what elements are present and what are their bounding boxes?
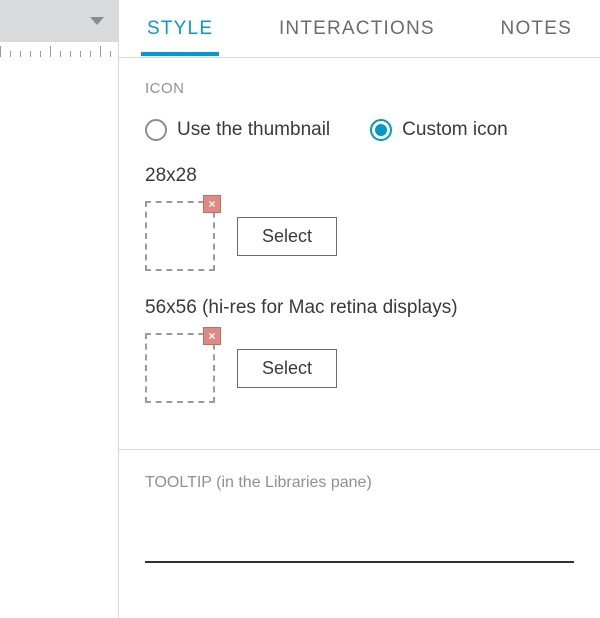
radio-label: Custom icon — [402, 119, 508, 141]
tab-style[interactable]: STYLE — [143, 2, 217, 55]
radio-custom-icon[interactable]: Custom icon — [370, 119, 508, 141]
radio-icon — [370, 119, 392, 141]
tooltip-input[interactable] — [145, 528, 574, 563]
icon-size-label: 28x28 — [145, 165, 574, 187]
radio-icon — [145, 119, 167, 141]
icon-section: ICON Use the thumbnail Custom icon 28x28… — [119, 58, 600, 435]
inspector-panel: STYLE INTERACTIONS NOTES ICON Use the th… — [118, 0, 600, 618]
icon-size-label: 56x56 (hi-res for Mac retina displays) — [145, 297, 574, 319]
tab-interactions[interactable]: INTERACTIONS — [275, 2, 439, 55]
tooltip-section-heading: TOOLTIP (in the Libraries pane) — [145, 474, 574, 492]
chevron-down-icon — [90, 17, 104, 25]
toolbar-dropdown[interactable] — [0, 0, 118, 42]
icon-dropzone-28[interactable]: × — [145, 201, 215, 271]
radio-label: Use the thumbnail — [177, 119, 330, 141]
icon-section-heading: ICON — [145, 80, 574, 97]
horizontal-ruler — [0, 42, 118, 64]
select-button-28[interactable]: Select — [237, 217, 337, 256]
icon-dropzone-56[interactable]: × — [145, 333, 215, 403]
close-icon[interactable]: × — [203, 327, 221, 345]
radio-use-thumbnail[interactable]: Use the thumbnail — [145, 119, 330, 141]
icon-size-28: 28x28 × Select — [145, 165, 574, 271]
select-button-56[interactable]: Select — [237, 349, 337, 388]
tooltip-section: TOOLTIP (in the Libraries pane) — [119, 450, 600, 563]
icon-size-56: 56x56 (hi-res for Mac retina displays) ×… — [145, 297, 574, 403]
tab-notes[interactable]: NOTES — [497, 2, 576, 55]
inspector-tabs: STYLE INTERACTIONS NOTES — [119, 0, 600, 58]
close-icon[interactable]: × — [203, 195, 221, 213]
icon-source-radio-group: Use the thumbnail Custom icon — [145, 119, 574, 141]
